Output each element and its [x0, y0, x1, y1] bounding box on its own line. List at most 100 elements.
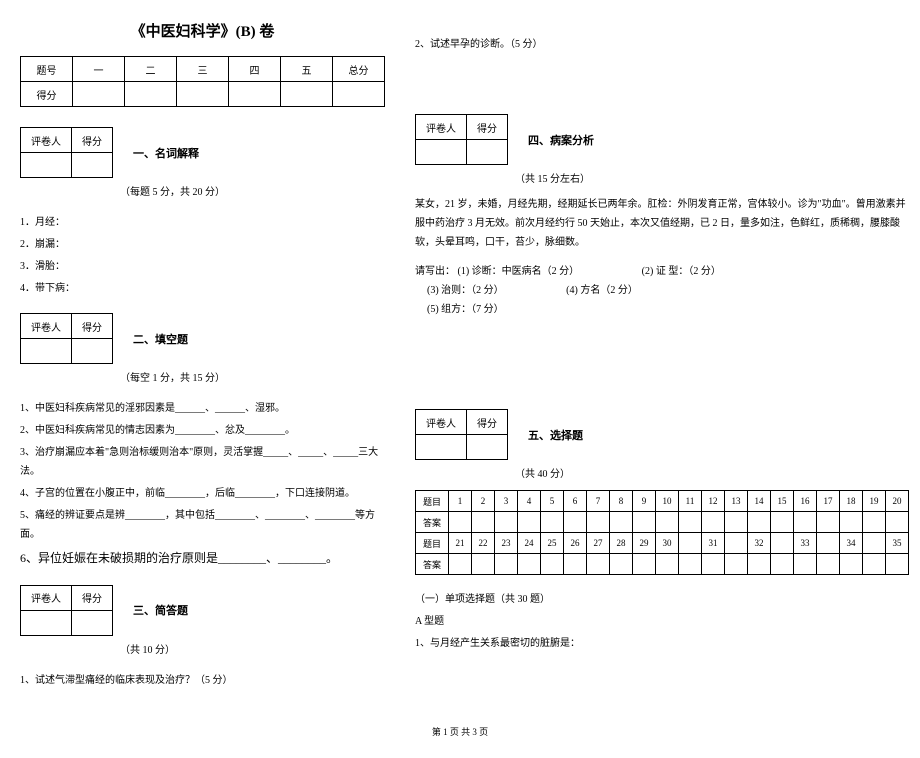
- answer-cell[interactable]: [702, 554, 725, 575]
- q1-1: 1．月经：: [20, 213, 385, 232]
- answer-cell[interactable]: [794, 512, 817, 533]
- answer-row-ans1: 答案: [416, 512, 909, 533]
- answer-cell[interactable]: [449, 554, 472, 575]
- q3-2: 2、试述早孕的诊断。（5 分）: [415, 35, 909, 54]
- answer-cell[interactable]: [771, 554, 794, 575]
- answer-num: 10: [656, 491, 679, 512]
- answer-cell[interactable]: [840, 512, 863, 533]
- score-header: 一: [73, 57, 125, 82]
- answer-cell[interactable]: [587, 512, 610, 533]
- answer-cell[interactable]: [771, 512, 794, 533]
- case-part-2: (2) 证 型：（2 分）: [642, 262, 721, 281]
- answer-num: 20: [886, 491, 909, 512]
- answer-cell[interactable]: [449, 512, 472, 533]
- grader-cell[interactable]: [21, 610, 72, 635]
- score-summary-table: 题号 一 二 三 四 五 总分 得分: [20, 56, 385, 107]
- answer-num: 33: [794, 533, 817, 554]
- answer-cell[interactable]: [863, 554, 886, 575]
- grader-cell[interactable]: [467, 140, 508, 165]
- answer-cell[interactable]: [564, 554, 587, 575]
- answer-cell[interactable]: [564, 512, 587, 533]
- q2-3: 3、治疗崩漏应本着"急则治标缓则治本"原则，灵活掌握_____、_____、__…: [20, 443, 385, 481]
- answer-cell[interactable]: [748, 512, 771, 533]
- score-cell[interactable]: [73, 82, 125, 107]
- grader-cell[interactable]: [21, 153, 72, 178]
- s5-sub2: A 型题: [415, 612, 909, 631]
- section-5: 评卷人 得分 五、选择题 （共 40 分） 题目 1 2: [415, 409, 909, 653]
- answer-cell[interactable]: [518, 512, 541, 533]
- answer-cell[interactable]: [472, 512, 495, 533]
- grader-score-label: 得分: [72, 585, 113, 610]
- score-cell[interactable]: [229, 82, 281, 107]
- answer-row-ans2: 答案: [416, 554, 909, 575]
- section-1: 评卷人 得分 一、名词解释 （每题 5 分，共 20 分） 1．月经： 2．崩漏…: [20, 127, 385, 298]
- answer-num: 15: [771, 491, 794, 512]
- answer-cell[interactable]: [679, 512, 702, 533]
- score-header: 总分: [333, 57, 385, 82]
- answer-cell[interactable]: [495, 554, 518, 575]
- answer-cell[interactable]: [863, 512, 886, 533]
- answer-cell[interactable]: [817, 512, 840, 533]
- answer-cell[interactable]: [472, 554, 495, 575]
- score-header: 题号: [21, 57, 73, 82]
- answer-num: 32: [748, 533, 771, 554]
- answer-cell[interactable]: [886, 554, 909, 575]
- answer-cell[interactable]: [748, 554, 771, 575]
- section-1-title: 一、名词解释: [133, 145, 199, 161]
- answer-num: 30: [656, 533, 679, 554]
- score-cell[interactable]: [177, 82, 229, 107]
- answer-row-nums1: 题目 1 2 3 4 5 6 7 8 9 10 11 12 13 14 15 1: [416, 491, 909, 512]
- answer-cell[interactable]: [656, 554, 679, 575]
- score-cell[interactable]: [333, 82, 385, 107]
- answer-cell[interactable]: [518, 554, 541, 575]
- answer-cell[interactable]: [495, 512, 518, 533]
- answer-cell[interactable]: [656, 512, 679, 533]
- answer-cell[interactable]: [840, 554, 863, 575]
- answer-cell[interactable]: [633, 512, 656, 533]
- answer-cell[interactable]: [817, 554, 840, 575]
- grader-label: 评卷人: [21, 585, 72, 610]
- answer-num: 23: [495, 533, 518, 554]
- score-cell[interactable]: [125, 82, 177, 107]
- answer-cell[interactable]: [610, 512, 633, 533]
- grader-cell[interactable]: [72, 339, 113, 364]
- grader-label: 评卷人: [21, 314, 72, 339]
- answer-cell[interactable]: [725, 512, 748, 533]
- answer-cell[interactable]: [794, 554, 817, 575]
- grader-cell[interactable]: [72, 610, 113, 635]
- answer-num: 2: [472, 491, 495, 512]
- q2-2: 2、中医妇科疾病常见的情志因素为________、忿及________。: [20, 421, 385, 440]
- grader-cell[interactable]: [416, 140, 467, 165]
- answer-cell[interactable]: [886, 512, 909, 533]
- answer-num: 8: [610, 491, 633, 512]
- answer-cell[interactable]: [541, 512, 564, 533]
- answer-num: 9: [633, 491, 656, 512]
- score-cell[interactable]: [281, 82, 333, 107]
- answer-row-label: 答案: [416, 512, 449, 533]
- grader-cell[interactable]: [72, 153, 113, 178]
- q3-1: 1、试述气滞型痛经的临床表现及治疗？（5 分）: [20, 671, 385, 690]
- left-column: 《中医妇科学》(B) 卷 题号 一 二 三 四 五 总分 得分: [20, 20, 385, 705]
- grader-cell[interactable]: [467, 435, 508, 460]
- answer-num: 31: [702, 533, 725, 554]
- grader-cell[interactable]: [21, 339, 72, 364]
- answer-num: [863, 533, 886, 554]
- right-column: 2、试述早孕的诊断。（5 分） 评卷人 得分 四、病案分析: [415, 20, 909, 705]
- answer-cell[interactable]: [610, 554, 633, 575]
- q2-6: 6、异位妊娠在未破损期的治疗原则是________、________。: [20, 547, 385, 570]
- answer-cell[interactable]: [633, 554, 656, 575]
- answer-num: 34: [840, 533, 863, 554]
- grader-score-label: 得分: [72, 314, 113, 339]
- answer-cell[interactable]: [725, 554, 748, 575]
- answer-cell[interactable]: [702, 512, 725, 533]
- grader-cell[interactable]: [416, 435, 467, 460]
- answer-num: 24: [518, 533, 541, 554]
- answer-cell[interactable]: [541, 554, 564, 575]
- score-label: 得分: [21, 82, 73, 107]
- answer-cell[interactable]: [587, 554, 610, 575]
- answer-num: 13: [725, 491, 748, 512]
- answer-cell[interactable]: [679, 554, 702, 575]
- q2-1: 1、中医妇科疾病常见的淫邪因素是______、______、湿邪。: [20, 399, 385, 418]
- answer-num: 7: [587, 491, 610, 512]
- answer-num: 28: [610, 533, 633, 554]
